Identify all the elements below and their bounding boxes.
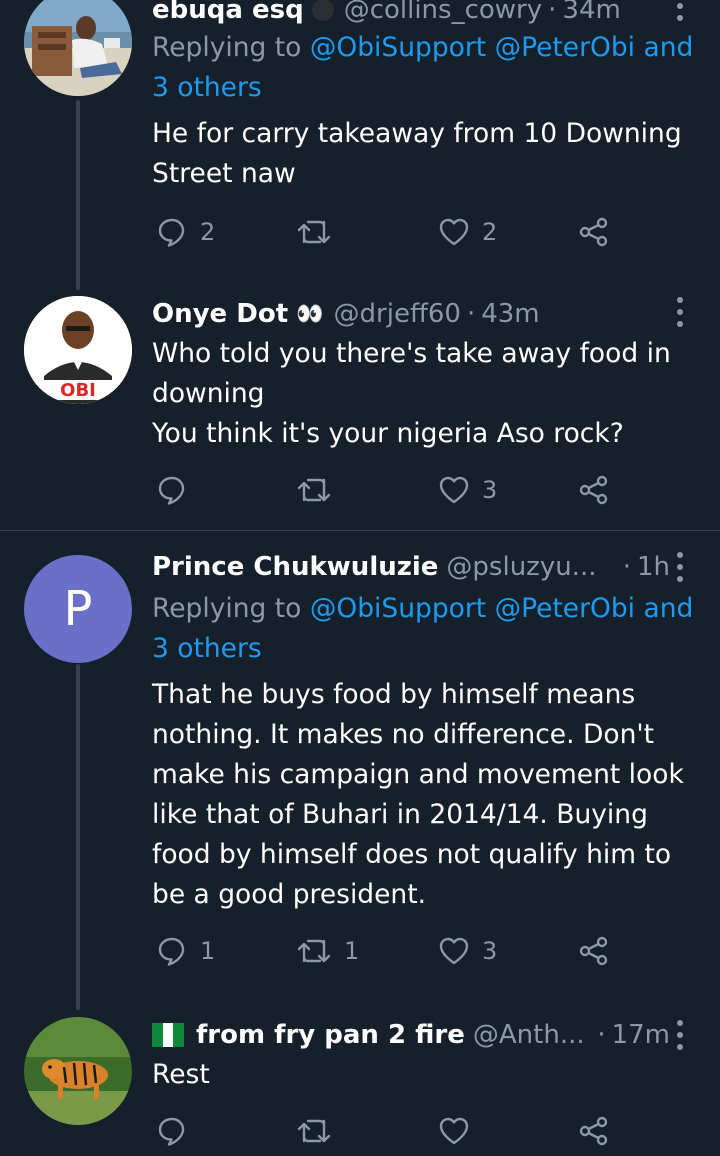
avatar[interactable]	[24, 0, 132, 96]
display-name[interactable]: from fry pan 2 fire	[196, 1020, 465, 1050]
heart-icon	[439, 476, 469, 504]
time-separator: ·	[597, 1020, 606, 1050]
display-name[interactable]: ebuqa esq	[152, 0, 304, 25]
share-button[interactable]	[578, 931, 610, 971]
timestamp[interactable]: 1h	[637, 552, 670, 582]
mention-and: and	[643, 32, 694, 63]
share-icon	[579, 936, 608, 966]
user-handle[interactable]: @collins_cowry	[344, 0, 542, 25]
share-icon	[579, 1116, 608, 1146]
heart-icon	[439, 937, 469, 965]
reply-icon	[158, 218, 185, 247]
avatar-label: OBI	[60, 380, 96, 401]
like-button[interactable]	[438, 1111, 482, 1151]
tweet[interactable]: from fry pan 2 fire @Anth... · 17m Rest	[0, 1001, 720, 1156]
retweet-icon	[297, 478, 331, 502]
time-separator: ·	[548, 0, 557, 25]
replying-to: Replying to @ObiSupport @PeterObi and 3 …	[152, 28, 704, 108]
tweet-header: Onye Dot 👀 @drjeff60 · 43m	[152, 294, 706, 334]
user-handle[interactable]: @drjeff60	[334, 299, 461, 329]
more-vertical-icon[interactable]	[670, 294, 690, 330]
retweet-button[interactable]	[296, 212, 344, 252]
heart-icon	[439, 218, 469, 246]
replying-to-prefix: Replying to	[152, 32, 302, 63]
reply-button[interactable]	[156, 470, 200, 510]
timestamp[interactable]: 43m	[481, 299, 539, 329]
like-count: 3	[482, 476, 498, 504]
display-name[interactable]: Onye Dot	[152, 299, 288, 329]
reply-button[interactable]: 1	[156, 931, 215, 971]
retweet-button[interactable]	[296, 470, 344, 510]
like-count: 2	[482, 218, 498, 246]
mention-others[interactable]: 3 others	[152, 633, 262, 664]
share-button[interactable]	[578, 470, 610, 510]
retweet-icon	[297, 939, 331, 963]
tweet-actions	[152, 1111, 632, 1151]
tweet-text: Who told you there's take away food in d…	[152, 338, 671, 449]
like-count: 3	[482, 937, 498, 965]
time-separator: ·	[466, 299, 476, 329]
reply-button[interactable]: 2	[156, 212, 215, 252]
avatar[interactable]: OBI	[24, 296, 132, 404]
avatar-letter: P	[63, 581, 93, 637]
tweet-header: Prince Chukwuluzie @psluzyu... · 1h	[152, 547, 706, 587]
reply-icon	[158, 937, 185, 966]
reply-button[interactable]	[156, 1111, 200, 1151]
heart-icon	[439, 1117, 469, 1145]
user-handle[interactable]: @psluzyu...	[446, 552, 596, 582]
tweet-text: Rest	[152, 1059, 210, 1090]
reply-icon	[158, 1117, 185, 1146]
tweet-text: He for carry takeaway from 10 Downing St…	[152, 118, 691, 189]
timestamp[interactable]: 17m	[612, 1020, 670, 1050]
tweet-actions: 2 2	[152, 212, 632, 252]
tweet-actions: 3	[152, 470, 632, 510]
mention-others[interactable]: 3 others	[152, 72, 262, 103]
reply-count: 2	[200, 218, 216, 246]
time-separator: ·	[622, 552, 631, 582]
display-name[interactable]: Prince Chukwuluzie	[152, 552, 438, 582]
user-handle[interactable]: @Anth...	[473, 1020, 585, 1050]
reply-icon	[158, 476, 185, 505]
eyes-emoji: 👀	[296, 301, 324, 327]
tweet[interactable]: OBI Onye Dot 👀 @drjeff60 · 43m Who told …	[0, 276, 720, 530]
retweet-button[interactable]	[296, 1111, 344, 1151]
tweet-actions: 1 1 3	[152, 931, 632, 971]
more-vertical-icon[interactable]	[670, 0, 690, 24]
share-icon	[579, 475, 608, 505]
share-button[interactable]	[578, 212, 610, 252]
share-icon	[579, 217, 608, 247]
mention-links[interactable]: @ObiSupport @PeterObi	[310, 593, 635, 624]
replying-to: Replying to @ObiSupport @PeterObi and 3 …	[152, 589, 704, 669]
retweet-count: 1	[344, 937, 360, 965]
retweet-icon	[297, 1119, 331, 1143]
tweet-header: ebuqa esq @collins_cowry · 34m	[152, 0, 706, 30]
tweet-text: That he buys food by himself means nothi…	[152, 679, 693, 910]
retweet-button[interactable]: 1	[296, 931, 359, 971]
tweet[interactable]: P Prince Chukwuluzie @psluzyu... · 1h Re…	[0, 531, 720, 1001]
tweet[interactable]: ebuqa esq @collins_cowry · 34m Replying …	[0, 0, 720, 276]
replying-to-prefix: Replying to	[152, 593, 302, 624]
reply-count: 1	[200, 937, 216, 965]
nigeria-flag-icon	[152, 1023, 185, 1047]
mention-and: and	[643, 593, 694, 624]
timestamp[interactable]: 34m	[562, 0, 620, 25]
like-button[interactable]: 3	[438, 470, 497, 510]
avatar[interactable]	[24, 1017, 132, 1125]
tweet-header: from fry pan 2 fire @Anth... · 17m	[152, 1015, 706, 1055]
like-button[interactable]: 3	[438, 931, 497, 971]
badge-icon	[311, 0, 334, 21]
avatar[interactable]: P	[24, 555, 132, 663]
share-button[interactable]	[578, 1111, 610, 1151]
retweet-icon	[297, 220, 331, 244]
more-vertical-icon[interactable]	[670, 549, 690, 585]
mention-links[interactable]: @ObiSupport @PeterObi	[310, 32, 635, 63]
like-button[interactable]: 2	[438, 212, 497, 252]
more-vertical-icon[interactable]	[670, 1017, 690, 1053]
